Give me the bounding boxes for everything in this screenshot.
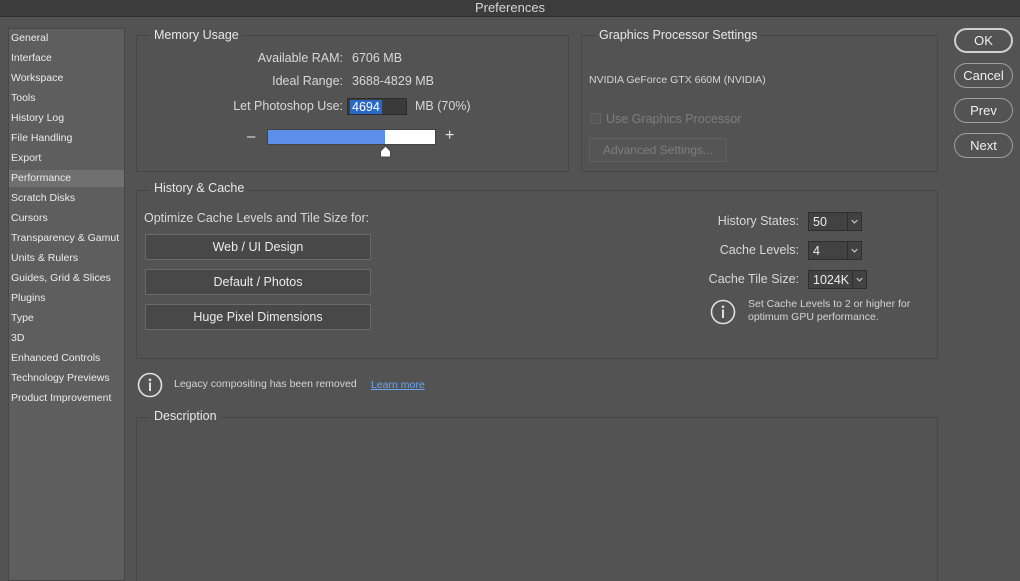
gpu-note-line1: Set Cache Levels to 2 or higher for xyxy=(748,298,911,310)
memory-usage-title: Memory Usage xyxy=(151,28,242,42)
sidebar-item-interface[interactable]: Interface xyxy=(9,50,124,67)
sidebar-item-enhanced-controls[interactable]: Enhanced Controls xyxy=(9,350,124,367)
gpu-name: NVIDIA GeForce GTX 660M (NVIDIA) xyxy=(589,74,766,86)
huge-pixel-dimensions-button[interactable]: Huge Pixel Dimensions xyxy=(145,304,371,330)
prev-button[interactable]: Prev xyxy=(954,98,1013,123)
preferences-sidebar: General Interface Workspace Tools Histor… xyxy=(8,28,125,581)
description-panel xyxy=(136,417,938,581)
sidebar-item-plugins[interactable]: Plugins xyxy=(9,290,124,307)
ram-slider-thumb[interactable] xyxy=(379,146,391,158)
slider-decrease-icon[interactable]: – xyxy=(247,128,255,145)
default-photos-button[interactable]: Default / Photos xyxy=(145,269,371,295)
ram-percent-label: MB (70%) xyxy=(415,99,471,113)
gpu-settings-title: Graphics Processor Settings xyxy=(596,28,761,42)
ram-slider[interactable] xyxy=(267,129,436,145)
sidebar-item-tools[interactable]: Tools xyxy=(9,90,124,107)
advanced-settings-button[interactable]: Advanced Settings... xyxy=(589,138,727,162)
gpu-note-line2: optimum GPU performance. xyxy=(748,311,879,323)
sidebar-item-scratch-disks[interactable]: Scratch Disks xyxy=(9,190,124,207)
sidebar-item-export[interactable]: Export xyxy=(9,150,124,167)
cache-levels-label: Cache Levels: xyxy=(719,243,799,257)
chevron-down-icon xyxy=(847,242,858,259)
next-button[interactable]: Next xyxy=(954,133,1013,158)
sidebar-item-technology-previews[interactable]: Technology Previews xyxy=(9,370,124,387)
ram-amount-input[interactable]: 4694 xyxy=(347,98,407,115)
ram-slider-fill xyxy=(268,130,385,144)
info-icon xyxy=(137,372,163,398)
history-states-select[interactable]: 50 xyxy=(808,212,862,231)
sidebar-item-guides-grid-slices[interactable]: Guides, Grid & Slices xyxy=(9,270,124,287)
available-ram-label: Available RAM: xyxy=(257,51,343,65)
cache-tile-size-label: Cache Tile Size: xyxy=(708,272,799,286)
sidebar-item-file-handling[interactable]: File Handling xyxy=(9,130,124,147)
use-gpu-label: Use Graphics Processor xyxy=(606,112,742,126)
chevron-down-icon xyxy=(852,271,863,288)
history-states-label: History States: xyxy=(717,214,799,228)
web-ui-design-button[interactable]: Web / UI Design xyxy=(145,234,371,260)
use-gpu-checkbox[interactable] xyxy=(590,113,601,124)
cache-tile-size-select[interactable]: 1024K xyxy=(808,270,867,289)
cancel-button[interactable]: Cancel xyxy=(954,63,1013,88)
available-ram-value: 6706 MB xyxy=(352,51,403,65)
sidebar-item-type[interactable]: Type xyxy=(9,310,124,327)
sidebar-item-transparency-gamut[interactable]: Transparency & Gamut xyxy=(9,230,124,247)
learn-more-link[interactable]: Learn more xyxy=(371,379,425,391)
ideal-range-value: 3688-4829 MB xyxy=(352,74,435,88)
sidebar-item-workspace[interactable]: Workspace xyxy=(9,70,124,87)
history-states-value: 50 xyxy=(813,215,827,229)
ideal-range-label: Ideal Range: xyxy=(272,74,343,88)
slider-increase-icon[interactable]: + xyxy=(445,127,454,145)
sidebar-item-performance[interactable]: Performance xyxy=(9,170,124,187)
history-cache-title: History & Cache xyxy=(151,181,248,195)
photoshop-use-label: Let Photoshop Use: xyxy=(233,99,343,113)
sidebar-item-general[interactable]: General xyxy=(9,30,124,47)
info-icon xyxy=(710,299,736,325)
sidebar-item-units-rulers[interactable]: Units & Rulers xyxy=(9,250,124,267)
sidebar-item-cursors[interactable]: Cursors xyxy=(9,210,124,227)
sidebar-item-3d[interactable]: 3D xyxy=(9,330,124,347)
chevron-down-icon xyxy=(847,213,858,230)
window-title: Preferences xyxy=(474,0,546,15)
legacy-compositing-message: Legacy compositing has been removed xyxy=(174,378,357,390)
cache-levels-select[interactable]: 4 xyxy=(808,241,862,260)
cache-tile-size-value: 1024K xyxy=(813,273,850,287)
sidebar-item-product-improvement[interactable]: Product Improvement xyxy=(9,390,124,407)
sidebar-item-history-log[interactable]: History Log xyxy=(9,110,124,127)
ok-button[interactable]: OK xyxy=(954,28,1013,53)
optimize-cache-label: Optimize Cache Levels and Tile Size for: xyxy=(144,211,370,225)
ram-amount-value: 4694 xyxy=(350,100,382,114)
window-title-bar: Preferences xyxy=(0,0,1020,17)
cache-levels-value: 4 xyxy=(813,244,820,258)
description-title: Description xyxy=(151,409,220,423)
